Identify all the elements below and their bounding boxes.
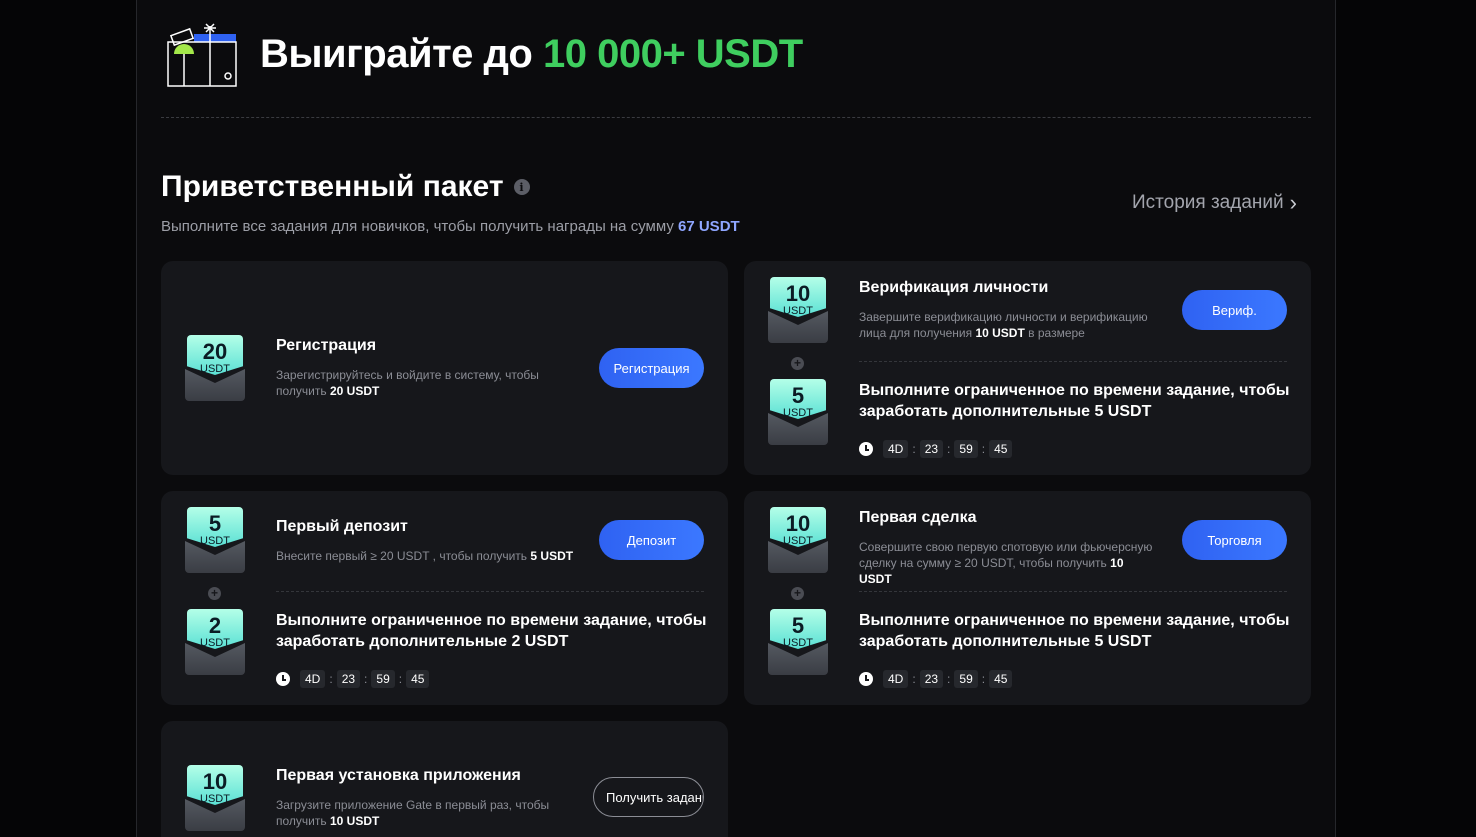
task-description: Завершите верификацию личности и верифик… — [859, 310, 1148, 340]
bonus-reward-badge: 5 USDT — [768, 379, 828, 445]
divider — [161, 117, 1311, 118]
deposit-button[interactable]: Депозит — [599, 520, 704, 560]
hero-banner: Выиграйте до 10 000+ USDT — [164, 22, 803, 88]
total-reward: 67 USDT — [678, 218, 740, 235]
separator — [859, 361, 1287, 362]
trade-button[interactable]: Торговля — [1182, 520, 1287, 560]
task-title: Первый депозит — [276, 518, 408, 535]
reward-badge: 10 USDT — [768, 507, 828, 573]
reward-badge: 10 USDT — [768, 277, 828, 343]
task-card-app-install: 10 USDT Первая установка приложения Загр… — [161, 721, 728, 837]
task-card-verification: 10 USDT Верификация личности Завершите в… — [744, 261, 1311, 475]
plus-icon: + — [791, 357, 804, 370]
countdown-timer: 4D: 23: 59: 45 — [859, 440, 1013, 458]
task-description: Загрузите приложение Gate в первый раз, … — [276, 798, 550, 828]
task-history-link[interactable]: История заданий › — [1132, 190, 1297, 216]
bonus-task-text: Выполните ограниченное по времени задани… — [859, 612, 1290, 650]
bonus-task-text: Выполните ограниченное по времени задани… — [859, 382, 1290, 420]
task-title: Первая установка приложения — [276, 767, 521, 784]
task-title: Регистрация — [276, 337, 377, 354]
task-card-deposit: 5 USDT Первый депозит Внесите первый ≥ 2… — [161, 491, 728, 705]
section-subtitle: Выполните все задания для новичков, чтоб… — [161, 218, 740, 235]
hero-title: Выиграйте до 10 000+ USDT — [260, 32, 803, 76]
section-title: Приветственный пакет i — [161, 170, 530, 204]
task-card-trade: 10 USDT Первая сделка Совершите свою пер… — [744, 491, 1311, 705]
plus-icon: + — [208, 587, 221, 600]
gift-icon — [167, 23, 237, 87]
chevron-right-icon: › — [1289, 190, 1297, 215]
clock-icon — [859, 442, 873, 456]
reward-badge: 10 USDT — [185, 765, 245, 831]
task-description: Совершите свою первую спотовую или фьюче… — [859, 540, 1153, 586]
countdown-timer: 4D: 23: 59: 45 — [276, 670, 430, 688]
separator — [276, 591, 704, 592]
plus-icon: + — [791, 587, 804, 600]
task-description: Внесите первый ≥ 20 USDT , чтобы получит… — [276, 549, 574, 563]
register-button[interactable]: Регистрация — [599, 348, 704, 388]
task-description: Зарегистрируйтесь и войдите в систему, ч… — [276, 368, 539, 398]
countdown-timer: 4D: 23: 59: 45 — [859, 670, 1013, 688]
reward-badge: 5 USDT — [185, 507, 245, 573]
reward-badge: 20 USDT — [185, 335, 245, 401]
task-title: Первая сделка — [859, 509, 977, 526]
clock-icon — [276, 672, 290, 686]
bonus-reward-badge: 2 USDT — [185, 609, 245, 675]
info-icon[interactable]: i — [513, 179, 530, 195]
hero-amount: 10 000+ USDT — [542, 32, 803, 76]
task-title: Верификация личности — [859, 279, 1049, 296]
verify-button[interactable]: Вериф. — [1182, 290, 1287, 330]
bonus-reward-badge: 5 USDT — [768, 609, 828, 675]
bonus-task-text: Выполните ограниченное по времени задани… — [276, 612, 707, 650]
clock-icon — [859, 672, 873, 686]
separator — [859, 591, 1287, 592]
task-card-registration: 20 USDT Регистрация Зарегистрируйтесь и … — [161, 261, 728, 475]
get-task-button[interactable]: Получить задание — [593, 777, 704, 817]
